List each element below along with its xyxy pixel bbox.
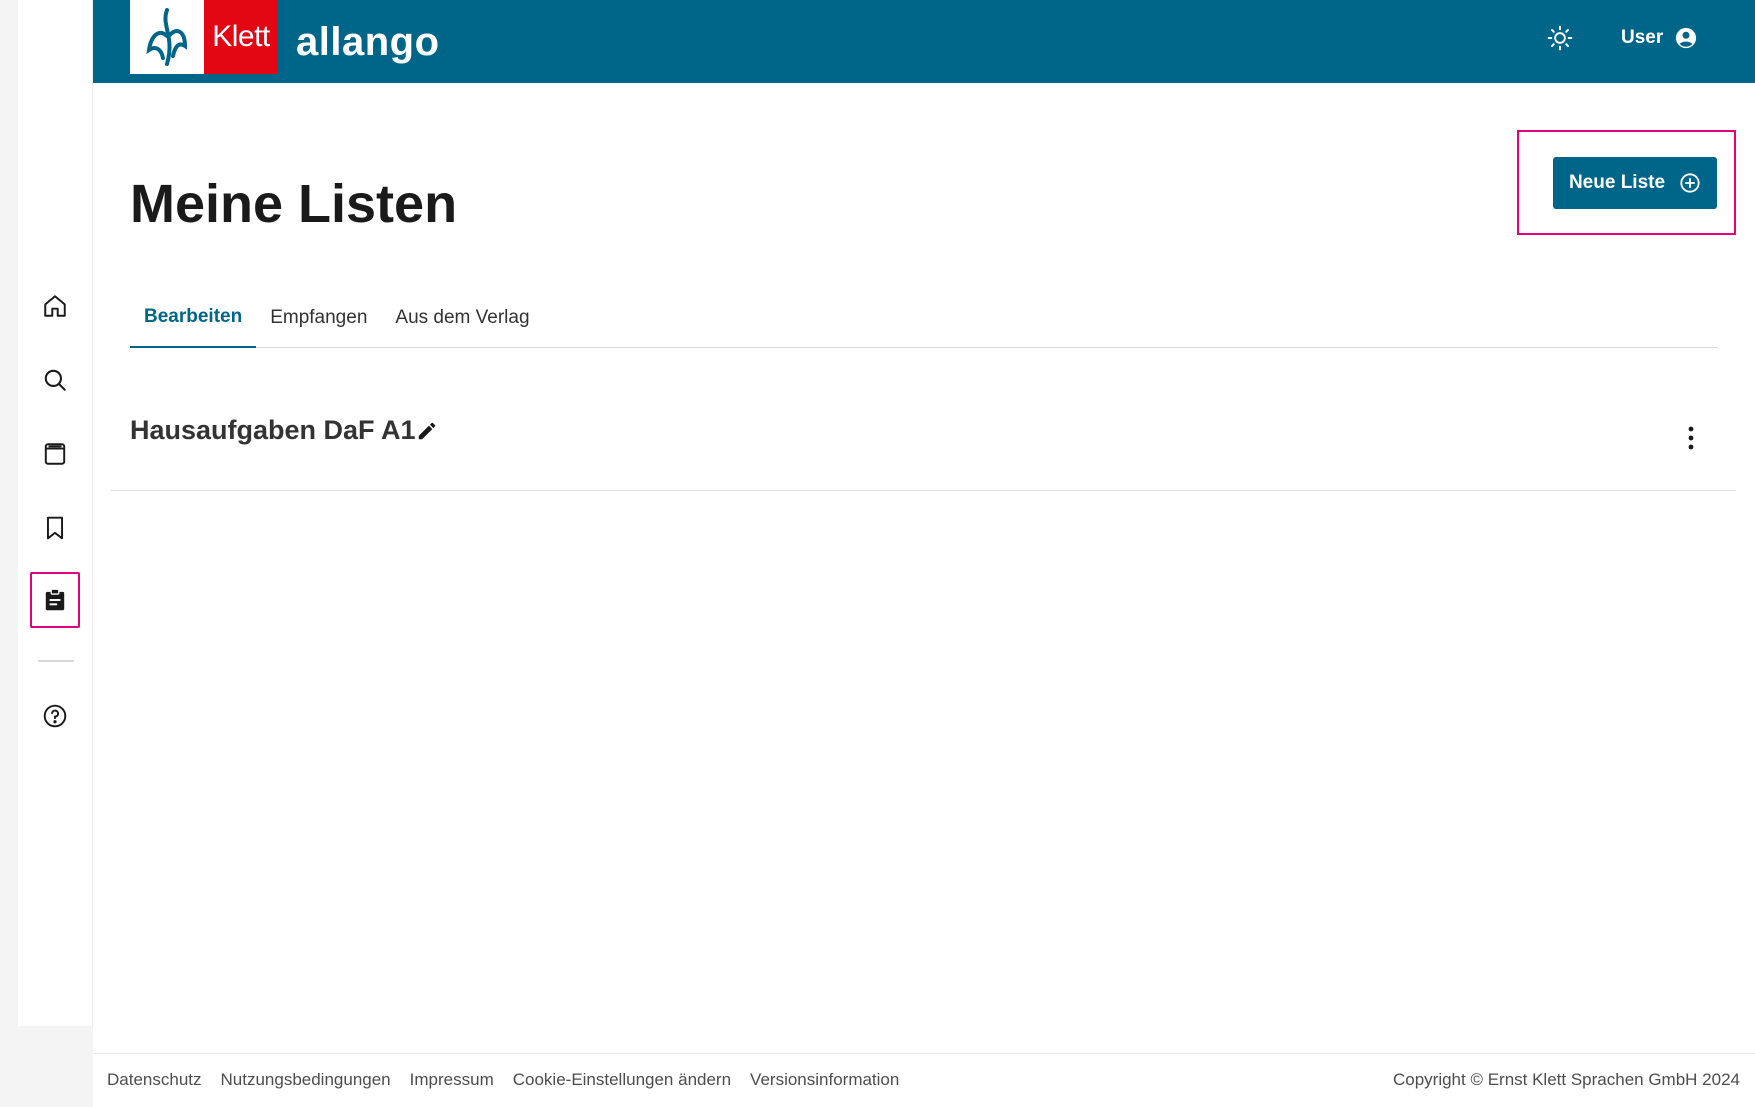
user-label: User bbox=[1621, 27, 1664, 48]
search-icon bbox=[44, 369, 66, 391]
copyright-text: Copyright © Ernst Klett Sprachen GmbH 20… bbox=[1392, 1070, 1740, 1089]
plus-circle-icon bbox=[1680, 173, 1700, 193]
new-list-button[interactable]: Neue Liste bbox=[1553, 157, 1717, 209]
pencil-icon[interactable] bbox=[416, 420, 438, 442]
sidebar-item-search[interactable] bbox=[30, 352, 80, 408]
theme-toggle-button[interactable] bbox=[1544, 22, 1576, 54]
footer-link-nutzungsbedingungen[interactable]: Nutzungsbedingungen bbox=[221, 1070, 391, 1090]
footer-link-impressum[interactable]: Impressum bbox=[410, 1070, 494, 1090]
help-icon bbox=[43, 704, 67, 728]
klett-leaf-icon bbox=[146, 8, 188, 66]
sidebar-item-lists[interactable] bbox=[30, 572, 80, 628]
tab-empfangen[interactable]: Empfangen bbox=[256, 288, 381, 348]
footer-link-versionsinformation[interactable]: Versionsinformation bbox=[750, 1070, 899, 1090]
list-tabs: Bearbeiten Empfangen Aus dem Verlag bbox=[130, 288, 1718, 348]
tab-aus-dem-verlag[interactable]: Aus dem Verlag bbox=[381, 288, 543, 348]
sidebar-item-home[interactable] bbox=[30, 278, 80, 334]
klett-allango-logo[interactable]: Klett allango bbox=[130, 0, 440, 74]
clipboard-list-icon bbox=[45, 588, 65, 611]
sidebar-item-help[interactable] bbox=[30, 688, 80, 744]
new-list-button-label: Neue Liste bbox=[1568, 172, 1666, 193]
book-icon bbox=[44, 443, 66, 465]
klett-brand-label: Klett bbox=[204, 0, 278, 74]
list-item-title[interactable]: Hausaufgaben DaF A1 bbox=[130, 415, 416, 446]
page-title: Meine Listen bbox=[130, 174, 458, 234]
user-menu-button[interactable]: User bbox=[1621, 22, 1697, 54]
sidebar-divider bbox=[38, 660, 74, 662]
user-circle-icon bbox=[1676, 27, 1697, 49]
list-item[interactable]: Hausaufgaben DaF A1 bbox=[111, 383, 1736, 491]
allango-wordmark: allango bbox=[296, 20, 440, 64]
home-icon bbox=[44, 295, 66, 317]
sidebar-item-bookmarks[interactable] bbox=[30, 500, 80, 556]
app-page: Klett allango User Meine Listen Neue Lis… bbox=[0, 0, 1755, 1107]
klett-logo-mark bbox=[130, 0, 204, 74]
page-footer: Datenschutz Nutzungsbedingungen Impressu… bbox=[93, 1053, 1755, 1107]
main-content: Meine Listen Neue Liste Bearbeiten Empfa… bbox=[93, 83, 1755, 1053]
top-header: Klett allango User bbox=[93, 0, 1755, 83]
sun-icon bbox=[1547, 25, 1573, 51]
bookmark-icon bbox=[46, 516, 64, 540]
footer-links: Datenschutz Nutzungsbedingungen Impressu… bbox=[107, 1070, 918, 1090]
sidebar-item-books[interactable] bbox=[30, 426, 80, 482]
tab-bearbeiten[interactable]: Bearbeiten bbox=[130, 288, 257, 348]
more-vertical-icon[interactable] bbox=[1679, 423, 1703, 453]
footer-link-datenschutz[interactable]: Datenschutz bbox=[107, 1070, 202, 1090]
sidebar bbox=[18, 0, 93, 1026]
footer-link-cookie-settings[interactable]: Cookie-Einstellungen ändern bbox=[513, 1070, 731, 1090]
